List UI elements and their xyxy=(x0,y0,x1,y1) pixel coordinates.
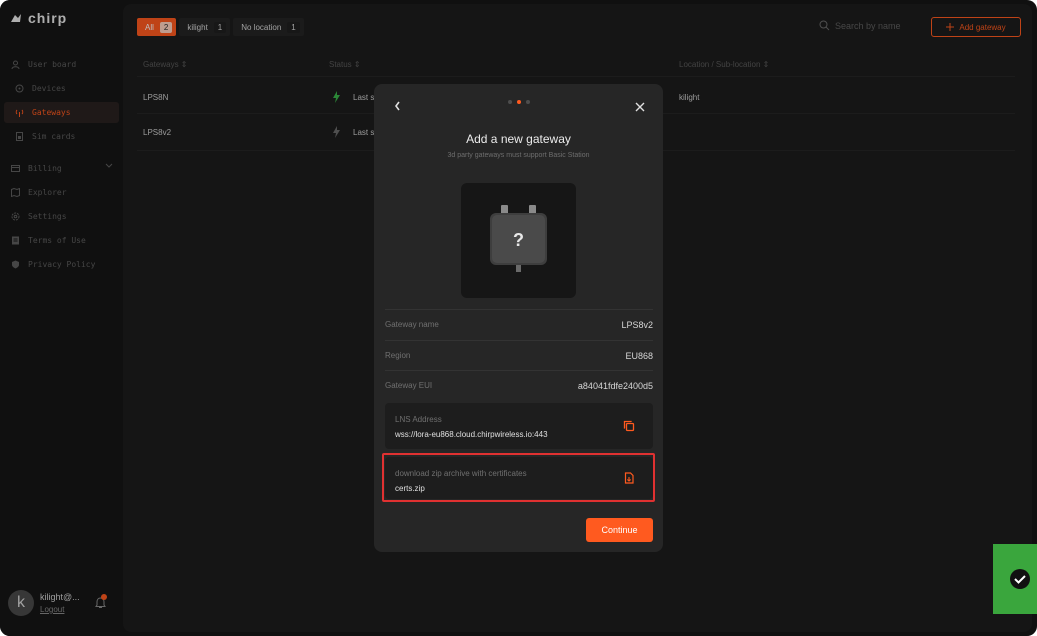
region-row: Region EU868 xyxy=(385,340,653,370)
gateway-name-row: Gateway name LPS8v2 xyxy=(385,309,653,339)
modal-title: Add a new gateway xyxy=(466,132,571,146)
field-label: Region xyxy=(385,351,411,360)
step-dot xyxy=(526,100,530,104)
step-dot xyxy=(508,100,512,104)
checkmark-icon xyxy=(1010,569,1030,589)
success-toast xyxy=(993,544,1037,614)
app-window: chirp User board Devices Gateways Sim ca… xyxy=(0,0,1037,636)
step-indicator xyxy=(508,100,530,104)
field-value: EU868 xyxy=(625,350,653,361)
field-value: a84041fdfe2400d5 xyxy=(577,380,653,391)
add-gateway-modal: Add a new gateway 3d party gateways must… xyxy=(374,84,663,552)
modal-subtitle: 3d party gateways must support Basic Sta… xyxy=(447,152,590,159)
continue-button[interactable]: Continue xyxy=(586,518,653,542)
field-label: Gateway EUI xyxy=(385,381,433,390)
step-dot-active xyxy=(517,100,521,104)
lns-address-field: LNS Address wss://lora-eu868.cloud.chirp… xyxy=(385,403,653,449)
gateway-device-image: ? xyxy=(461,183,576,298)
lns-value: wss://lora-eu868.cloud.chirpwireless.io:… xyxy=(395,430,548,439)
back-arrow-icon[interactable] xyxy=(394,101,401,111)
lns-label: LNS Address xyxy=(395,415,442,424)
field-label: Gateway name xyxy=(385,320,439,329)
copy-icon[interactable] xyxy=(623,420,635,432)
highlight-outline xyxy=(382,453,655,502)
svg-text:?: ? xyxy=(513,230,524,250)
gateway-eui-row: Gateway EUI a84041fdfe2400d5 xyxy=(385,370,653,400)
unknown-device-icon: ? xyxy=(490,205,547,272)
close-icon[interactable] xyxy=(635,102,645,112)
field-value: LPS8v2 xyxy=(621,319,653,330)
